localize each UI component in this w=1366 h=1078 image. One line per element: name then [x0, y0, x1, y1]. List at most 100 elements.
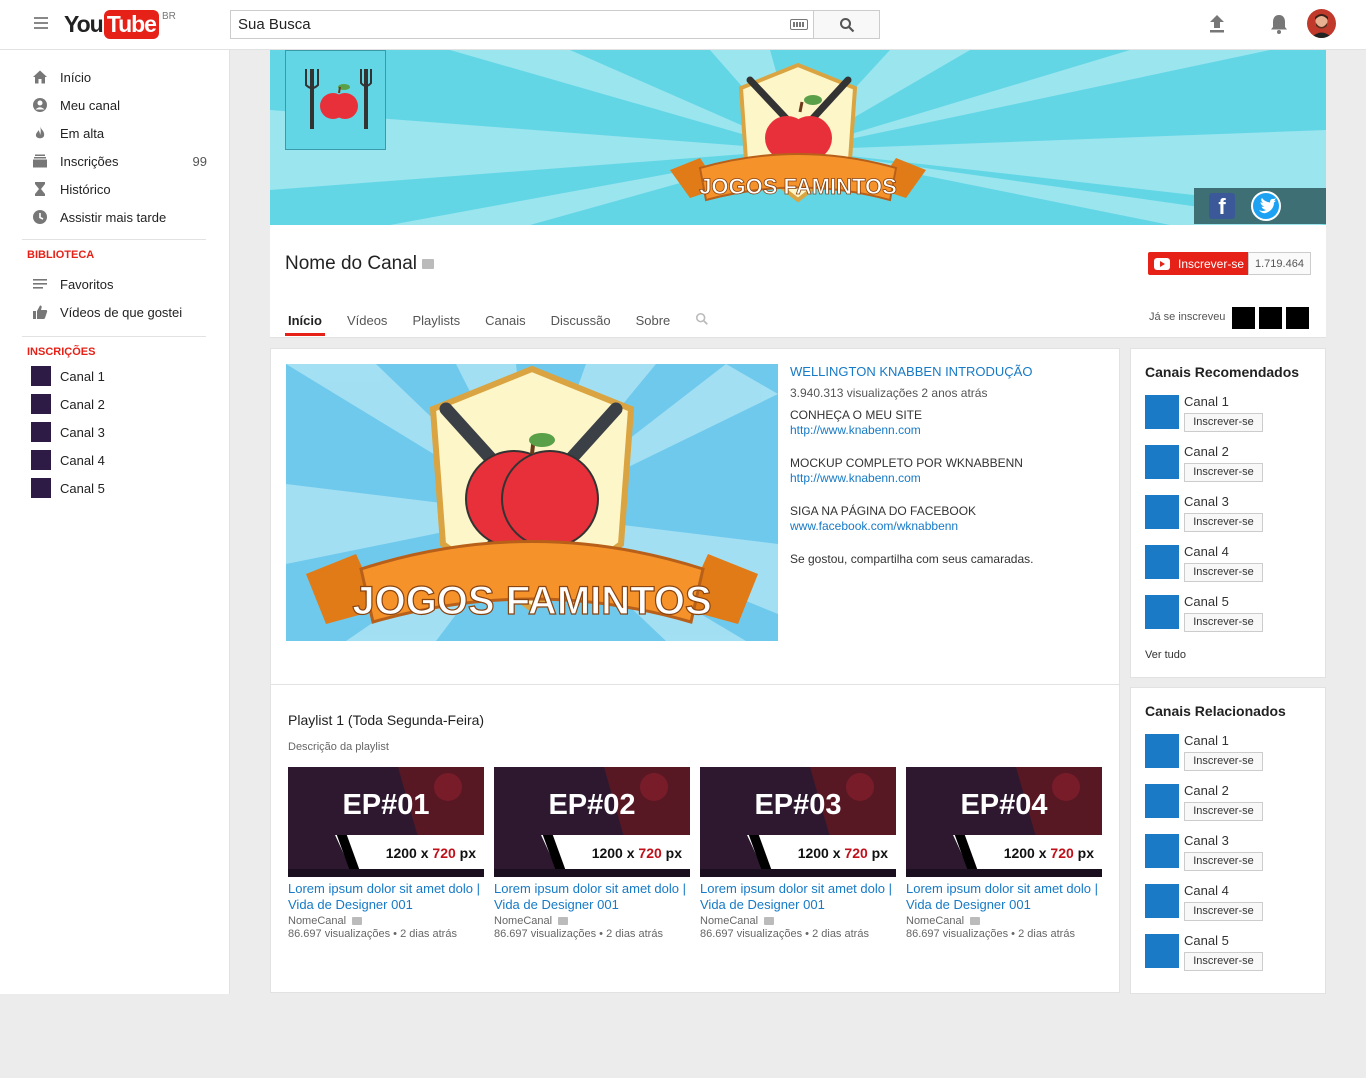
- channel-thumb[interactable]: [1145, 545, 1179, 579]
- verified-icon: [352, 917, 363, 925]
- channel-thumb[interactable]: [1145, 834, 1179, 868]
- video-thumbnail[interactable]: EP#01 1200 x 720 px: [288, 767, 484, 877]
- subscribe-button[interactable]: Inscrever-se: [1184, 463, 1263, 482]
- subscriber-avatar[interactable]: [1286, 307, 1309, 329]
- subscribe-label: Inscrever-se: [1178, 256, 1245, 271]
- sidebar-item-assistir-mais-tarde[interactable]: Assistir mais tarde: [32, 207, 207, 227]
- sidebar-sub-canal-5[interactable]: Canal 5: [31, 478, 105, 498]
- subscriber-avatar[interactable]: [1259, 307, 1282, 329]
- sidebar-item-favoritos[interactable]: Favoritos: [32, 274, 207, 294]
- channel-name[interactable]: Canal 1: [1184, 733, 1229, 748]
- channel-thumb[interactable]: [1145, 884, 1179, 918]
- channel-search-icon[interactable]: [695, 312, 709, 326]
- channel-name[interactable]: Canal 1: [1184, 394, 1229, 409]
- sidebar-item-inicio[interactable]: Início: [32, 67, 207, 87]
- channel-name[interactable]: Canal 2: [1184, 444, 1229, 459]
- see-all-link[interactable]: Ver tudo: [1145, 649, 1186, 661]
- video-title[interactable]: Lorem ipsum dolor sit amet dolo | Vida d…: [288, 881, 484, 913]
- sidebar-sub-canal-2[interactable]: Canal 2: [31, 394, 105, 414]
- youtube-play-icon: [1154, 257, 1170, 270]
- subscribe-button[interactable]: Inscrever-se: [1184, 852, 1263, 871]
- subscribe-button[interactable]: Inscrever-se: [1184, 752, 1263, 771]
- twitter-icon[interactable]: [1251, 191, 1281, 221]
- video-thumbnail[interactable]: EP#04 1200 x 720 px: [906, 767, 1102, 877]
- video-channel[interactable]: NomeCanal: [906, 915, 1102, 927]
- video-thumbnail[interactable]: EP#03 1200 x 720 px: [700, 767, 896, 877]
- channel-thumb[interactable]: [1145, 934, 1179, 968]
- tab-playlists[interactable]: Playlists: [412, 313, 460, 336]
- video-channel[interactable]: NomeCanal: [494, 915, 690, 927]
- subscribe-button[interactable]: Inscrever-se: [1184, 413, 1263, 432]
- sidebar-item-em-alta[interactable]: Em alta: [32, 123, 207, 143]
- featured-video-title[interactable]: WELLINGTON KNABBEN INTRODUÇÃO: [790, 364, 1032, 379]
- subscribe-button[interactable]: Inscrever-se: [1184, 802, 1263, 821]
- featured-video-thumbnail[interactable]: JOGOS FAMINTOS: [286, 364, 778, 641]
- playlist-title[interactable]: Playlist 1 (Toda Segunda-Feira): [288, 712, 484, 728]
- description-link[interactable]: http://www.knabenn.com: [790, 423, 922, 438]
- menu-icon[interactable]: [34, 17, 48, 29]
- sidebar-item-videos-que-gostei[interactable]: Vídeos de que gostei: [32, 302, 207, 322]
- channel-thumb[interactable]: [1145, 734, 1179, 768]
- video-channel[interactable]: NomeCanal: [288, 915, 484, 927]
- video-card[interactable]: EP#01 1200 x 720 px Lorem ipsum dolor si…: [288, 767, 484, 940]
- tab-canais[interactable]: Canais: [485, 313, 525, 336]
- channel-thumb[interactable]: [1145, 595, 1179, 629]
- youtube-logo[interactable]: You Tube BR: [64, 10, 176, 39]
- bell-icon[interactable]: [1268, 13, 1290, 35]
- video-title[interactable]: Lorem ipsum dolor sit amet dolo | Vida d…: [494, 881, 690, 913]
- subscribe-button[interactable]: Inscrever-se: [1184, 613, 1263, 632]
- search-input[interactable]: Sua Busca: [230, 10, 814, 39]
- sidebar-sub-canal-4[interactable]: Canal 4: [31, 450, 105, 470]
- sidebar-item-historico[interactable]: Histórico: [32, 179, 207, 199]
- tab-videos[interactable]: Vídeos: [347, 313, 387, 336]
- thumbnail-bottom: [288, 869, 484, 877]
- subscribe-button[interactable]: Inscrever-se: [1148, 252, 1253, 275]
- channel-thumb[interactable]: [1145, 445, 1179, 479]
- subscriptions-count: 99: [192, 153, 207, 169]
- channel-name[interactable]: Canal 4: [1184, 883, 1229, 898]
- channel-name[interactable]: Canal 5: [1184, 933, 1229, 948]
- search-button[interactable]: [813, 10, 880, 39]
- resolution-a: 1200 x: [797, 845, 845, 861]
- tab-discussao[interactable]: Discussão: [551, 313, 611, 336]
- channel-name[interactable]: Canal 5: [1184, 594, 1229, 609]
- description-link[interactable]: www.facebook.com/wknabbenn: [790, 519, 976, 534]
- keyboard-icon[interactable]: [790, 19, 808, 30]
- subscribe-button[interactable]: Inscrever-se: [1184, 563, 1263, 582]
- description-link[interactable]: http://www.knabenn.com: [790, 471, 1023, 486]
- video-card[interactable]: EP#04 1200 x 720 px Lorem ipsum dolor si…: [906, 767, 1102, 940]
- channel-name[interactable]: Canal 3: [1184, 494, 1229, 509]
- channel-name[interactable]: Canal 3: [1184, 833, 1229, 848]
- subscribe-button[interactable]: Inscrever-se: [1184, 952, 1263, 971]
- sidebar-item-meu-canal[interactable]: Meu canal: [32, 95, 207, 115]
- channel-thumb[interactable]: [1145, 395, 1179, 429]
- video-title[interactable]: Lorem ipsum dolor sit amet dolo | Vida d…: [700, 881, 896, 913]
- subscribe-button[interactable]: Inscrever-se: [1184, 513, 1263, 532]
- video-title[interactable]: Lorem ipsum dolor sit amet dolo | Vida d…: [906, 881, 1102, 913]
- facebook-icon[interactable]: f: [1209, 193, 1235, 219]
- video-meta: 86.697 visualizações • 2 dias atrás: [906, 928, 1075, 940]
- channel-icon[interactable]: [285, 50, 386, 150]
- avatar[interactable]: [1307, 9, 1336, 38]
- video-card[interactable]: EP#03 1200 x 720 px Lorem ipsum dolor si…: [700, 767, 896, 940]
- divider: [22, 239, 206, 240]
- sidebar-sub-canal-1[interactable]: Canal 1: [31, 366, 105, 386]
- video-card[interactable]: EP#02 1200 x 720 px Lorem ipsum dolor si…: [494, 767, 690, 940]
- channel-thumb[interactable]: [1145, 784, 1179, 818]
- subscriber-avatar[interactable]: [1232, 307, 1255, 329]
- video-thumbnail[interactable]: EP#02 1200 x 720 px: [494, 767, 690, 877]
- channel-name[interactable]: Canal 4: [1184, 544, 1229, 559]
- clock-icon: [33, 210, 47, 224]
- sidebar-item-inscricoes[interactable]: Inscrições 99: [32, 151, 207, 171]
- video-channel[interactable]: NomeCanal: [700, 915, 896, 927]
- channel-thumb[interactable]: [1145, 495, 1179, 529]
- hourglass-icon: [35, 182, 45, 196]
- upload-icon[interactable]: [1206, 14, 1228, 34]
- resolution-b: 720: [844, 845, 868, 861]
- sidebar-sub-canal-3[interactable]: Canal 3: [31, 422, 105, 442]
- channel-name[interactable]: Canal 2: [1184, 783, 1229, 798]
- video-channel-name: NomeCanal: [494, 915, 553, 927]
- subscribe-button[interactable]: Inscrever-se: [1184, 902, 1263, 921]
- tab-sobre[interactable]: Sobre: [636, 313, 671, 336]
- tab-inicio[interactable]: Início: [285, 313, 325, 336]
